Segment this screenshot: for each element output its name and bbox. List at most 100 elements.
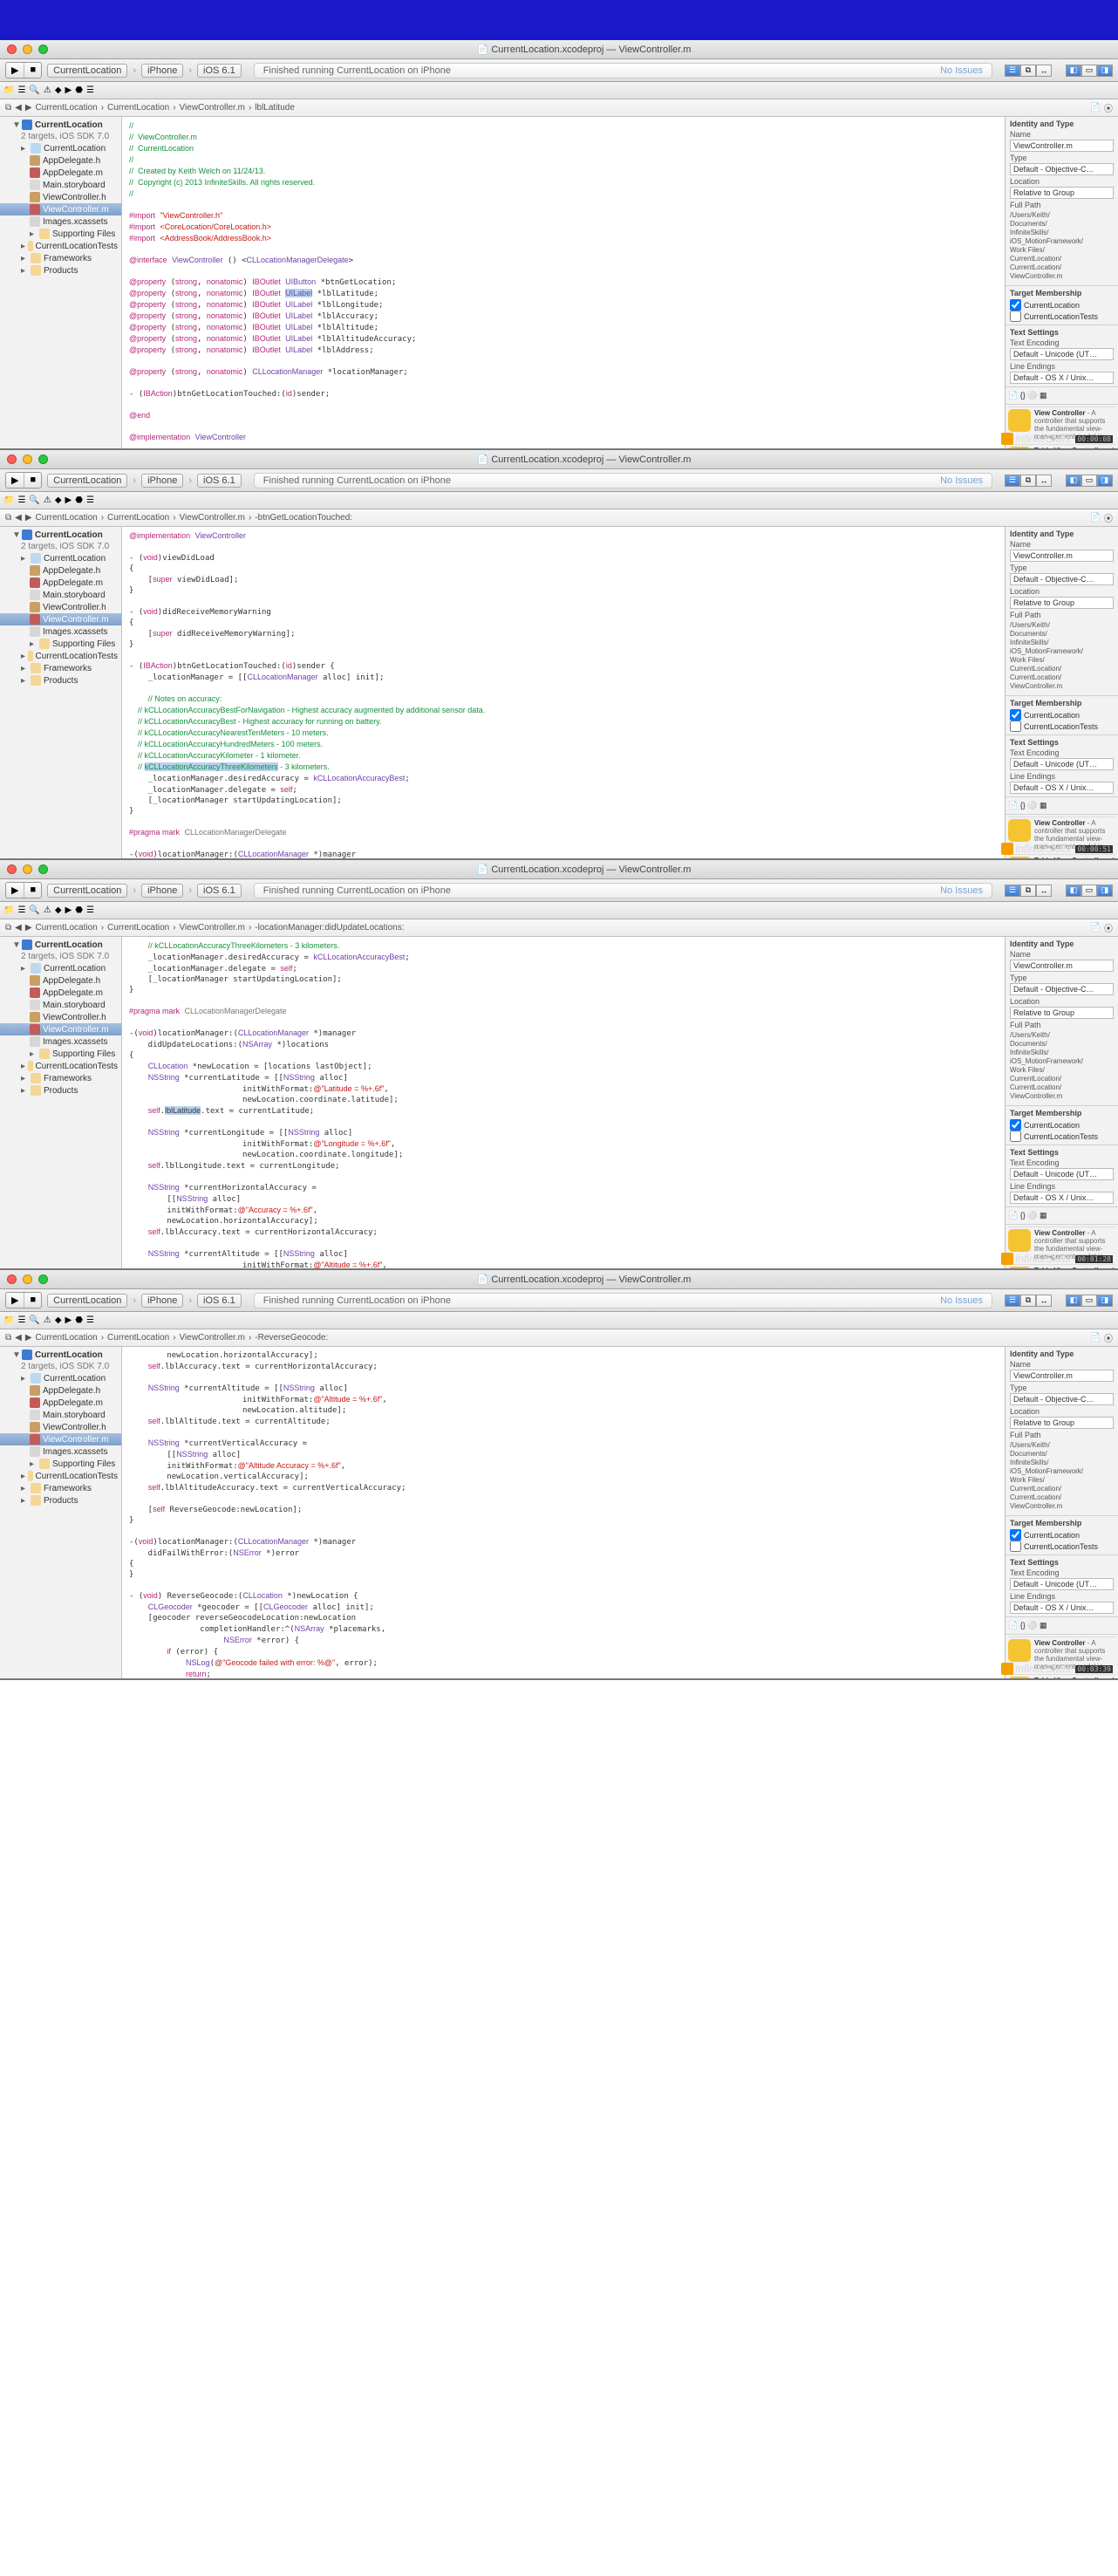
lib-snippets-icon[interactable]: {} [1020,801,1026,810]
nav-item[interactable]: ViewController.h [0,191,121,203]
jump-folder[interactable]: CurrentLocation [107,923,169,933]
nav-item[interactable]: ▸ Frameworks [0,1482,121,1494]
nav-item[interactable]: AppDelegate.h [0,154,121,167]
nav-item[interactable]: AppDelegate.h [0,1384,121,1397]
inspector-file-icon[interactable]: 📄 [1090,513,1101,523]
nav-item[interactable]: ▸ CurrentLocation [0,1372,121,1384]
project-nav-icon[interactable]: 📁 [3,85,14,95]
stop-button[interactable]: ■ [24,1293,41,1308]
issue-nav-icon[interactable]: ⚠ [44,1315,51,1325]
nav-item[interactable]: AppDelegate.m [0,577,121,589]
nav-item[interactable]: ▸ CurrentLocation [0,962,121,974]
inspector-file-icon[interactable]: 📄 [1090,103,1101,113]
run-button[interactable]: ▶ [6,473,24,488]
line-endings-select[interactable]: Default - OS X / Unix… [1010,1192,1114,1204]
toggle-debug-button[interactable]: ▭ [1081,475,1097,487]
nav-item[interactable]: AppDelegate.m [0,987,121,999]
project-nav-icon[interactable]: 📁 [3,905,14,915]
lib-objects-icon[interactable]: ⚪ [1027,801,1037,810]
nav-item[interactable]: ▸ Frameworks [0,1072,121,1084]
toggle-utilities-button[interactable]: ◨ [1097,65,1113,77]
lib-snippets-icon[interactable]: {} [1020,1211,1026,1220]
jump-root[interactable]: CurrentLocation [36,103,98,113]
stop-button[interactable]: ■ [24,473,41,488]
nav-item[interactable]: ▸ Products [0,1084,121,1097]
minimize-icon[interactable] [23,454,32,464]
destination-selector[interactable]: iPhone [141,1294,183,1308]
source-editor[interactable]: @implementation ViewController - (void)v… [122,527,1005,858]
test-nav-icon[interactable]: ◆ [55,495,62,505]
target-app-checkbox[interactable] [1010,709,1021,721]
toggle-debug-button[interactable]: ▭ [1081,1295,1097,1307]
nav-item[interactable]: Images.xcassets [0,1035,121,1048]
close-icon[interactable] [7,44,17,54]
version-editor-button[interactable]: ↔ [1036,1295,1052,1307]
jump-file[interactable]: ViewController.m [180,1333,245,1343]
nav-item[interactable]: AppDelegate.h [0,974,121,987]
project-nav-icon[interactable]: 📁 [3,495,14,505]
nav-item[interactable]: ▸ CurrentLocationTests [0,240,121,252]
lib-media-icon[interactable]: ▦ [1040,1621,1047,1630]
nav-item[interactable]: ▸ CurrentLocationTests [0,1470,121,1482]
assistant-editor-button[interactable]: ⧉ [1020,475,1036,487]
log-nav-icon[interactable]: ☰ [86,1315,94,1325]
related-items-icon[interactable]: ⧉ [5,103,11,113]
project-nav-icon[interactable]: 📁 [3,1315,14,1325]
lib-file-templates-icon[interactable]: 📄 [1008,391,1018,400]
standard-editor-button[interactable]: ☰ [1005,885,1020,897]
project-navigator[interactable]: ▼ CurrentLocation2 targets, iOS SDK 7.0▸… [0,937,122,1268]
symbol-nav-icon[interactable]: ☰ [17,85,25,95]
nav-item[interactable]: ViewController.h [0,1011,121,1023]
lib-media-icon[interactable]: ▦ [1040,391,1047,400]
target-tests-checkbox[interactable] [1010,1541,1021,1552]
toggle-utilities-button[interactable]: ◨ [1097,1295,1113,1307]
jump-symbol[interactable]: -locationManager:didUpdateLocations: [255,923,404,933]
encoding-select[interactable]: Default - Unicode (UT… [1010,1578,1114,1590]
os-selector[interactable]: iOS 6.1 [197,64,242,78]
zoom-icon[interactable] [38,454,48,464]
location-select[interactable]: Relative to Group [1010,1417,1114,1429]
destination-selector[interactable]: iPhone [141,474,183,488]
stop-button[interactable]: ■ [24,63,41,78]
os-selector[interactable]: iOS 6.1 [197,884,242,898]
close-icon[interactable] [7,864,17,874]
breakpoint-nav-icon[interactable]: ⬣ [75,495,83,505]
encoding-select[interactable]: Default - Unicode (UT… [1010,1168,1114,1180]
jump-folder[interactable]: CurrentLocation [107,513,169,523]
breakpoint-nav-icon[interactable]: ⬣ [75,85,83,95]
jump-file[interactable]: ViewController.m [180,923,245,933]
file-name-field[interactable]: ViewController.m [1010,1370,1114,1382]
jump-root[interactable]: CurrentLocation [36,1333,98,1343]
breakpoint-nav-icon[interactable]: ⬣ [75,1315,83,1325]
find-nav-icon[interactable]: 🔍 [29,905,39,915]
nav-item[interactable]: ViewController.m [0,203,121,215]
file-type-select[interactable]: Default - Objective-C… [1010,1393,1114,1405]
project-root[interactable]: ▼ CurrentLocation [0,1349,121,1361]
lib-objects-icon[interactable]: ⚪ [1027,391,1037,400]
lib-file-templates-icon[interactable]: 📄 [1008,801,1018,810]
close-icon[interactable] [7,1274,17,1284]
find-nav-icon[interactable]: 🔍 [29,495,39,505]
find-nav-icon[interactable]: 🔍 [29,85,39,95]
target-app-checkbox[interactable] [1010,299,1021,311]
assistant-editor-button[interactable]: ⧉ [1020,885,1036,897]
jump-symbol[interactable]: lblLatitude [255,103,295,113]
minimize-icon[interactable] [23,44,32,54]
nav-item[interactable]: Main.storyboard [0,999,121,1011]
project-navigator[interactable]: ▼ CurrentLocation2 targets, iOS SDK 7.0▸… [0,1347,122,1678]
test-nav-icon[interactable]: ◆ [55,1315,62,1325]
jump-bar[interactable]: ⧉ ◀ ▶ CurrentLocation › CurrentLocation … [0,509,1118,527]
nav-item[interactable]: ViewController.h [0,1421,121,1433]
destination-selector[interactable]: iPhone [141,884,183,898]
inspector-help-icon[interactable]: ⦿ [1104,101,1113,114]
nav-item[interactable]: Images.xcassets [0,215,121,228]
stop-button[interactable]: ■ [24,883,41,898]
jump-file[interactable]: ViewController.m [180,103,245,113]
forward-button[interactable]: ▶ [25,103,32,113]
breakpoint-nav-icon[interactable]: ⬣ [75,905,83,915]
scheme-selector[interactable]: CurrentLocation [47,884,127,898]
nav-item[interactable]: ▸ Supporting Files [0,228,121,240]
test-nav-icon[interactable]: ◆ [55,85,62,95]
standard-editor-button[interactable]: ☰ [1005,475,1020,487]
nav-item[interactable]: ▸ CurrentLocation [0,552,121,564]
